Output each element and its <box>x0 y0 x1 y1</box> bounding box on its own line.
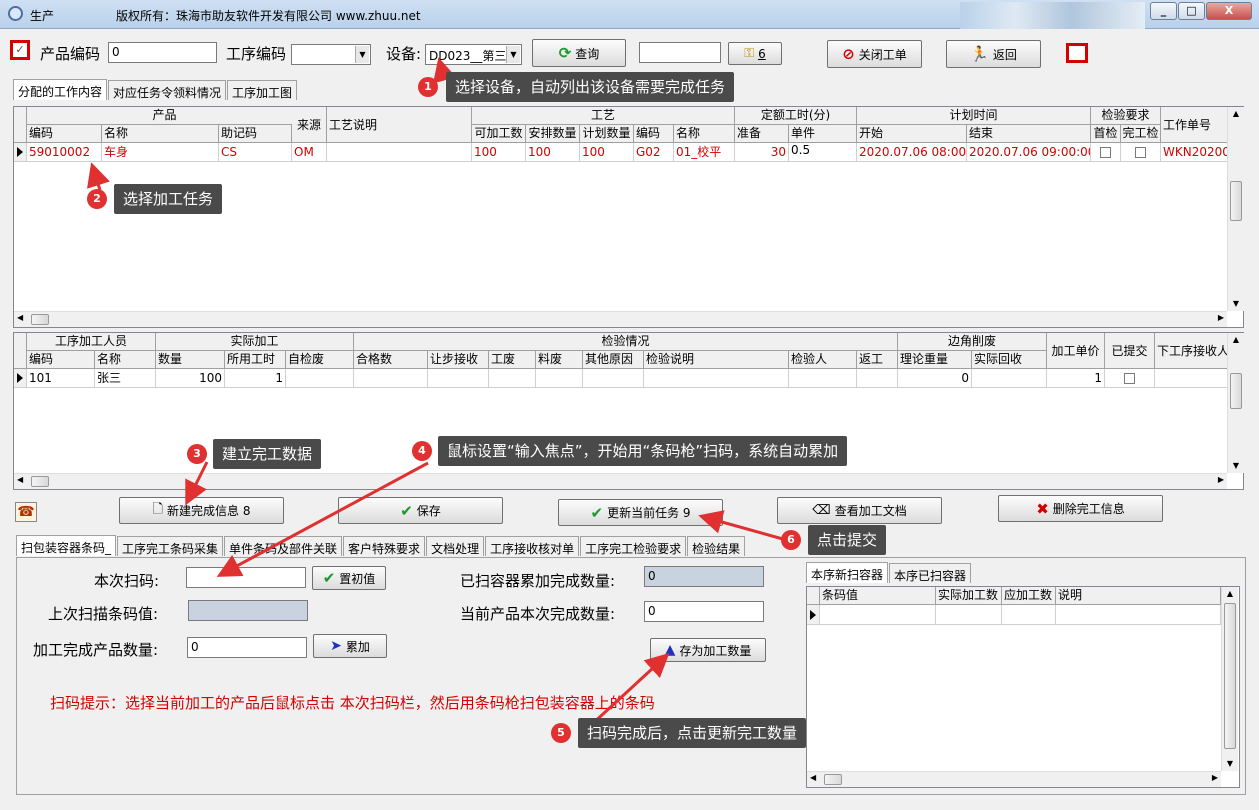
arrow-5 <box>588 652 670 728</box>
callout-4-badge: 4 <box>412 441 432 461</box>
callout-3-badge: 3 <box>187 444 207 464</box>
callout-6: 点击提交 <box>808 525 887 555</box>
callout-3: 建立完工数据 <box>213 439 322 469</box>
callout-4: 鼠标设置“输入焦点”，开始用“条码枪”扫码，系统自动累加 <box>438 436 848 466</box>
callout-6-badge: 6 <box>781 530 801 550</box>
arrow-2 <box>87 162 110 191</box>
callout-1-badge: 1 <box>418 77 438 97</box>
callout-1: 选择设备，自动列出该设备需要完成任务 <box>446 72 735 102</box>
arrow-4 <box>216 461 429 577</box>
arrow-1 <box>433 57 457 84</box>
callout-5: 扫码完成后，点击更新完工数量 <box>578 718 807 748</box>
arrow-6 <box>698 510 791 543</box>
annotation-arrows <box>87 57 791 728</box>
arrow-3 <box>185 461 209 506</box>
callout-2-badge: 2 <box>87 189 107 209</box>
callout-2: 选择加工任务 <box>114 184 223 214</box>
callout-5-badge: 5 <box>551 723 571 743</box>
